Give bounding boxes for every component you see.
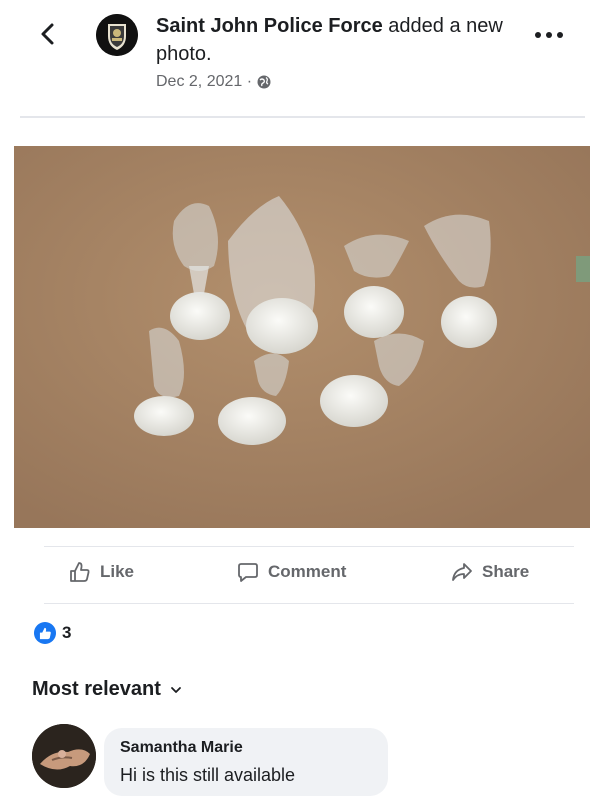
post-header: Saint John Police Force added a new phot… <box>0 0 605 118</box>
post-title: Saint John Police Force added a new phot… <box>156 12 526 68</box>
chevron-left-icon <box>41 23 54 45</box>
photo-content <box>14 146 590 528</box>
back-button[interactable] <box>34 20 62 48</box>
avatar[interactable] <box>32 724 96 788</box>
comment-icon <box>238 563 258 582</box>
like-button[interactable]: Like <box>68 560 134 584</box>
post-meta: Dec 2, 2021 · <box>156 73 272 91</box>
comment-item: Samantha Marie Hi is this still availabl… <box>32 724 592 800</box>
post-photo[interactable] <box>14 146 590 528</box>
more-options-button[interactable] <box>535 28 575 42</box>
post-actions: Like Comment Share <box>0 556 605 594</box>
like-label: Like <box>100 562 135 581</box>
author-name[interactable]: Saint John Police Force <box>156 15 383 37</box>
commenter-name[interactable]: Samantha Marie <box>120 738 372 758</box>
commenter-photo <box>32 724 96 788</box>
comment-label: Comment <box>268 562 347 581</box>
share-icon <box>452 563 472 581</box>
chevron-down-icon <box>171 686 181 693</box>
comment-sort-dropdown[interactable]: Most relevant <box>32 678 183 701</box>
comment-bubble: Samantha Marie Hi is this still availabl… <box>104 728 388 796</box>
reactions-summary[interactable]: 3 <box>34 622 71 644</box>
divider <box>20 116 585 118</box>
globe-icon <box>257 75 271 89</box>
more-horizontal-icon <box>535 32 541 38</box>
comment-text: Hi is this still available <box>120 765 296 785</box>
share-button[interactable]: Share <box>450 560 529 584</box>
reaction-count: 3 <box>62 623 72 642</box>
sort-label: Most relevant <box>32 678 161 700</box>
post-date[interactable]: Dec 2, 2021 · <box>156 73 252 91</box>
comment-button[interactable]: Comment <box>236 560 346 584</box>
divider <box>44 603 574 604</box>
police-badge-icon <box>96 14 138 56</box>
page-avatar[interactable] <box>96 14 138 56</box>
share-label: Share <box>482 562 530 581</box>
thumbs-up-icon <box>34 622 56 644</box>
divider <box>44 546 574 547</box>
thumbs-up-outline-icon <box>70 562 90 582</box>
